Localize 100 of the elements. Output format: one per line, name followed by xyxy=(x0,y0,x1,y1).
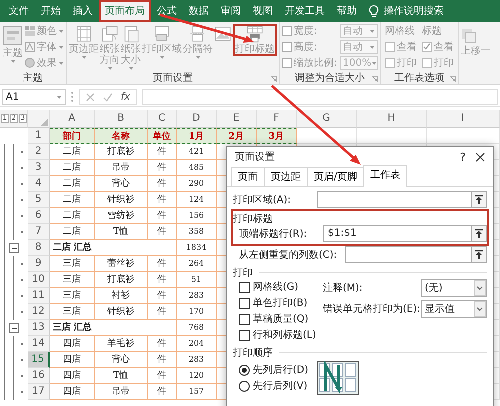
row-header[interactable]: 4 xyxy=(28,176,50,192)
range-select-button[interactable] xyxy=(471,191,487,208)
row-header[interactable]: 9 xyxy=(28,256,50,272)
collapse-button[interactable] xyxy=(9,323,19,333)
column-header[interactable]: C xyxy=(148,110,177,128)
check-icon xyxy=(423,43,431,51)
row-header[interactable]: 15 xyxy=(28,352,50,368)
table-cell: 二店 xyxy=(50,224,95,240)
ribbon-tab[interactable]: 页面布局 xyxy=(99,0,151,22)
column-header[interactable]: H xyxy=(357,110,427,128)
row-header[interactable]: 13 xyxy=(28,320,50,336)
table-cell: 3月 xyxy=(257,128,297,144)
column-header[interactable]: A xyxy=(50,110,95,128)
row-header[interactable]: 14 xyxy=(28,336,50,352)
ribbon-tab[interactable]: 公式 xyxy=(151,0,183,22)
section-title: 打印顺序 xyxy=(233,346,273,360)
table-cell: 2月 xyxy=(217,128,257,144)
collapse-button[interactable] xyxy=(9,243,19,253)
table-cell: 1月 xyxy=(177,128,217,144)
section-title: 打印标题 xyxy=(233,212,274,225)
table-cell: 四店 xyxy=(50,352,95,368)
arrow-up-icon xyxy=(475,195,483,204)
radio-button[interactable]: 先行后列(V) xyxy=(239,378,309,394)
group-label: 页面设置 xyxy=(153,72,193,84)
row-header[interactable]: 7 xyxy=(28,224,50,240)
dropdown[interactable]: 显示值 xyxy=(421,300,487,318)
formula-input[interactable] xyxy=(142,89,498,105)
page-size-icon xyxy=(122,25,140,43)
row-header[interactable]: 8 xyxy=(28,240,50,256)
table-cell: 件 xyxy=(148,208,177,224)
caret-icon xyxy=(128,67,134,70)
confirm-icon[interactable] xyxy=(103,92,113,102)
column-header[interactable]: D xyxy=(177,110,217,128)
range-select-button[interactable] xyxy=(471,225,487,242)
ribbon-tab[interactable]: 数据 xyxy=(183,0,215,22)
range-select-button[interactable] xyxy=(471,246,487,263)
column-header[interactable]: I xyxy=(427,110,500,128)
column-header[interactable]: B xyxy=(95,110,148,128)
ribbon-tab[interactable]: 审阅 xyxy=(215,0,247,22)
margins-icon xyxy=(75,25,93,43)
row-header[interactable]: 6 xyxy=(28,208,50,224)
checkbox[interactable]: 行和列标题(L) xyxy=(239,327,321,343)
ribbon-tab[interactable]: 开发工具 xyxy=(279,0,331,22)
table-cell: 四店 xyxy=(50,384,95,400)
table-cell: 1834 xyxy=(177,240,217,256)
dialog-launcher-icon[interactable] xyxy=(450,76,456,82)
dropdown[interactable]: (无) xyxy=(421,279,487,297)
ribbon-tab[interactable]: 开始 xyxy=(35,0,67,22)
row-header[interactable]: 2 xyxy=(28,144,50,160)
table-cell: 三店 xyxy=(50,288,95,304)
input-field[interactable]: $1:$1 xyxy=(323,225,471,242)
input-field[interactable] xyxy=(317,191,471,208)
radio-button[interactable]: 先列后行(D) xyxy=(239,362,309,378)
column-header[interactable]: E xyxy=(217,110,257,128)
input-field[interactable] xyxy=(345,246,471,263)
checkbox[interactable]: 单色打印(B) xyxy=(239,295,321,311)
dialog-launcher-icon[interactable] xyxy=(372,76,378,82)
table-cell: 蕾丝衫 xyxy=(95,256,148,272)
table-cell: 三店 xyxy=(50,256,95,272)
dialog-tab[interactable]: 页面 xyxy=(231,167,265,186)
table-cell: T恤 xyxy=(95,368,148,384)
caret-icon xyxy=(160,56,164,59)
cancel-icon[interactable] xyxy=(86,92,95,102)
select-all-icon[interactable] xyxy=(41,119,48,126)
column-header[interactable]: G xyxy=(297,110,357,128)
table-cell: 背心 xyxy=(95,176,148,192)
row-header[interactable]: 3 xyxy=(28,160,50,176)
table-cell: 768 xyxy=(177,320,217,336)
table-cell: 三店 汇总 xyxy=(50,320,177,336)
row-header[interactable]: 12 xyxy=(28,304,50,320)
table-cell: 吊带 xyxy=(95,384,148,400)
row-header[interactable]: 10 xyxy=(28,272,50,288)
tell-me-search[interactable]: 操作说明搜索 xyxy=(384,4,444,18)
checkbox[interactable]: 草稿质量(Q) xyxy=(239,311,321,327)
table-cell: 件 xyxy=(148,272,177,288)
caret-icon xyxy=(370,30,375,32)
ribbon-tab[interactable]: 视图 xyxy=(247,0,279,22)
table-cell: 二店 xyxy=(50,176,95,192)
row-header[interactable]: 16 xyxy=(28,368,50,384)
dialog-launcher-icon[interactable] xyxy=(271,76,277,82)
row-header[interactable]: 5 xyxy=(28,192,50,208)
row-header[interactable]: 17 xyxy=(28,384,50,400)
row-header[interactable]: 1 xyxy=(28,128,50,144)
ribbon-tab[interactable]: 插入 xyxy=(67,0,99,22)
ribbon-tab[interactable]: 帮助 xyxy=(331,0,363,22)
ribbon-tab[interactable]: 文件 xyxy=(3,0,35,22)
table-cell: 件 xyxy=(148,224,177,240)
drag-handle-icon[interactable] xyxy=(71,91,74,103)
row-header[interactable]: 11 xyxy=(28,288,50,304)
table-cell: 背心 xyxy=(95,352,148,368)
column-header[interactable]: F xyxy=(257,110,297,128)
dialog-tab[interactable]: 工作表 xyxy=(363,165,408,187)
effects-icon xyxy=(25,58,35,68)
close-icon[interactable] xyxy=(476,152,485,162)
table-cell: 156 xyxy=(177,208,217,224)
checkbox[interactable]: 网格线(G) xyxy=(239,279,321,295)
insert-function-button[interactable]: fx xyxy=(121,92,130,102)
help-button[interactable]: ? xyxy=(460,150,466,164)
page-break-icon xyxy=(189,25,207,43)
name-box[interactable]: A1 xyxy=(2,89,66,105)
